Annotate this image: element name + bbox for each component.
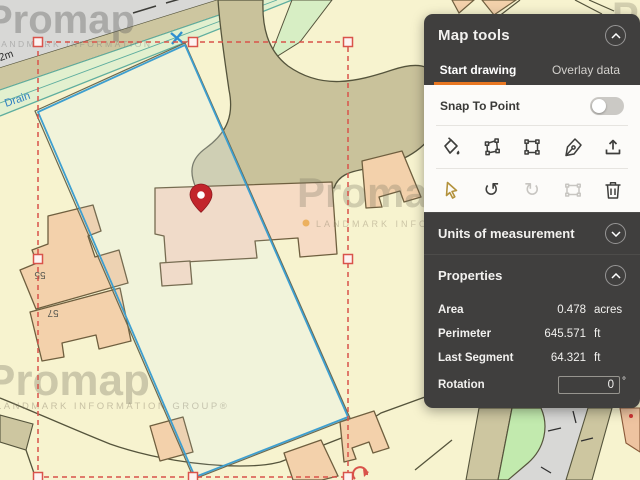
draw-rectangle-icon <box>521 136 543 158</box>
handle-top-center <box>189 38 198 47</box>
panel-tabs: Start drawing Overlay data <box>424 54 640 85</box>
section-properties: Properties <box>424 254 640 296</box>
fill-icon <box>440 136 462 158</box>
perimeter-label: Perimeter <box>438 328 526 340</box>
property-row-rotation: Rotation 0 ° <box>438 370 626 394</box>
rotation-unit: ° <box>622 376 626 387</box>
rotation-input[interactable]: 0 <box>558 376 620 394</box>
handle-bottom-right <box>344 473 353 480</box>
draw-polygon-tool-button[interactable] <box>480 135 504 159</box>
snap-to-point-label: Snap To Point <box>440 99 520 113</box>
properties-list: Area 0.478 acres Perimeter 645.571 ft La… <box>424 296 640 404</box>
collapse-panel-button[interactable] <box>605 25 626 46</box>
perimeter-value: 645.571 <box>526 328 586 340</box>
drawing-tools-body: Snap To Point <box>424 85 640 212</box>
trash-icon <box>602 179 624 201</box>
last-segment-unit: ft <box>586 352 626 364</box>
pen-tool-button[interactable] <box>561 135 585 159</box>
toggle-knob <box>592 99 606 113</box>
tool-row-draw <box>424 126 640 168</box>
chevron-down-icon <box>611 231 621 237</box>
expand-units-button[interactable] <box>605 223 626 244</box>
draw-rectangle-tool-button[interactable] <box>520 135 544 159</box>
perimeter-unit: ft <box>586 328 626 340</box>
transform-icon <box>562 179 584 201</box>
panel-title: Map tools <box>438 27 510 44</box>
map-tools-panel: Map tools Start drawing Overlay data Sna… <box>424 14 640 408</box>
tab-start-drawing[interactable]: Start drawing <box>424 54 532 85</box>
pen-icon <box>562 136 584 158</box>
handle-bottom-left <box>34 473 43 480</box>
property-row-area: Area 0.478 acres <box>438 298 626 322</box>
tab-overlay-data[interactable]: Overlay data <box>532 54 640 85</box>
house-number-55: 55 <box>34 269 46 280</box>
handle-mid-right <box>344 255 353 264</box>
snap-to-point-toggle[interactable] <box>590 97 624 115</box>
handle-bottom-center <box>189 473 198 480</box>
properties-section-label: Properties <box>438 268 502 283</box>
last-segment-value: 64.321 <box>526 352 586 364</box>
handle-top-left <box>34 38 43 47</box>
area-label: Area <box>438 304 526 316</box>
handle-mid-left <box>34 255 43 264</box>
app-window: 1.2m Drain 55 57 Promap LANDMARK INFORMA… <box>0 0 640 480</box>
redo-icon: ↻ <box>524 181 540 200</box>
panel-header: Map tools <box>424 14 640 54</box>
select-cursor-tool-button[interactable] <box>439 178 463 202</box>
rotation-label: Rotation <box>438 379 558 391</box>
delete-tool-button[interactable] <box>601 178 625 202</box>
section-units-of-measurement: Units of measurement <box>424 212 640 254</box>
upload-tool-button[interactable] <box>601 135 625 159</box>
cursor-icon <box>440 179 462 201</box>
watermark-dot <box>303 220 310 227</box>
upload-icon <box>602 136 624 158</box>
undo-icon: ↺ <box>484 181 500 200</box>
units-section-label: Units of measurement <box>438 226 575 241</box>
area-value: 0.478 <box>526 304 586 316</box>
chevron-up-icon <box>611 33 621 39</box>
tool-row-edit: ↺ ↻ <box>424 169 640 211</box>
chevron-up-icon <box>611 273 621 279</box>
property-row-perimeter: Perimeter 645.571 ft <box>438 322 626 346</box>
transform-tool-button[interactable] <box>561 178 585 202</box>
undo-tool-button[interactable]: ↺ <box>480 178 504 202</box>
handle-top-right <box>344 38 353 47</box>
watermark-brand: Promap <box>0 356 150 405</box>
draw-polygon-icon <box>481 136 503 158</box>
area-unit: acres <box>586 304 626 316</box>
fill-tool-button[interactable] <box>439 135 463 159</box>
redo-tool-button[interactable]: ↻ <box>520 178 544 202</box>
collapse-properties-button[interactable] <box>605 265 626 286</box>
last-segment-label: Last Segment <box>438 352 526 364</box>
property-row-last-segment: Last Segment 64.321 ft <box>438 346 626 370</box>
watermark-brand: Promap <box>0 0 135 42</box>
watermark-subtitle: LANDMARK INFORMATION <box>0 39 152 49</box>
house-number-57: 57 <box>47 307 59 318</box>
